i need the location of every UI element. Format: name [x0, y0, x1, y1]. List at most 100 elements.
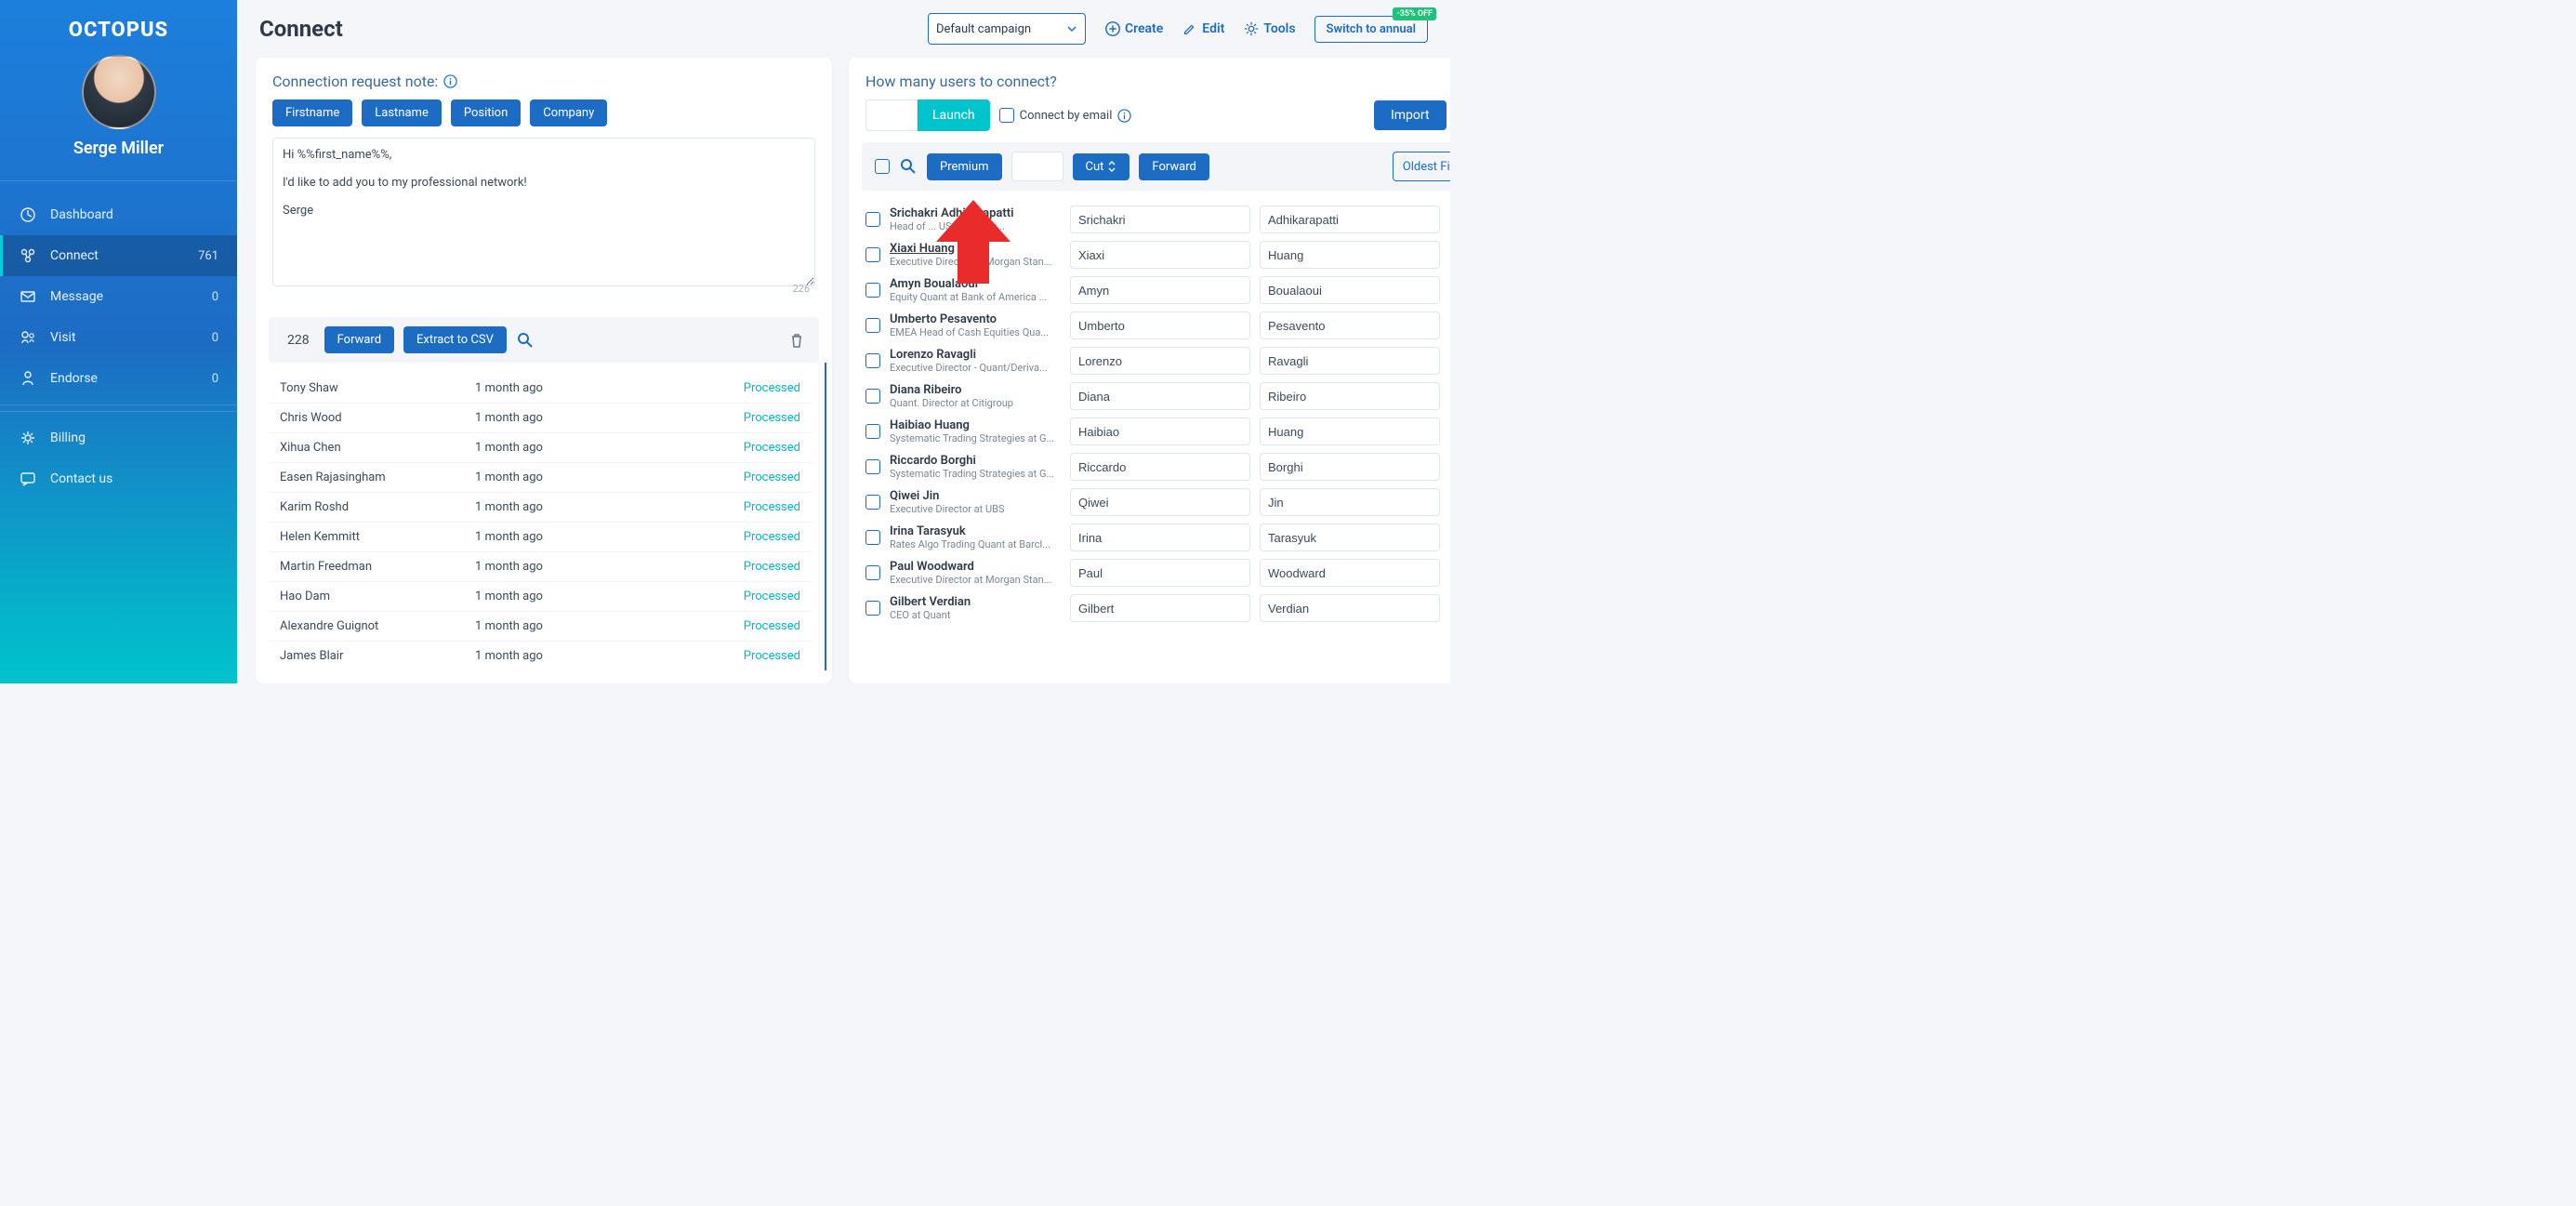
- contact-checkbox[interactable]: [865, 495, 880, 510]
- tag-company[interactable]: Company: [530, 99, 607, 126]
- processed-row[interactable]: Chris Wood1 month agoProcessed: [269, 404, 812, 433]
- cut-button[interactable]: Cut: [1073, 153, 1130, 180]
- extract-csv-button[interactable]: Extract to CSV: [403, 326, 507, 353]
- processed-row[interactable]: Karim Roshd1 month agoProcessed: [269, 493, 812, 523]
- contact-checkbox[interactable]: [865, 389, 880, 404]
- sidebar-item-contact-us[interactable]: Contact us: [0, 458, 237, 499]
- contact-meta: 1 month agoLead added: [1449, 562, 1450, 584]
- info-icon[interactable]: [443, 74, 457, 88]
- contact-info[interactable]: Gilbert VerdianCEO at Quant: [890, 595, 1061, 621]
- contact-lastname-input[interactable]: [1260, 559, 1440, 587]
- note-textarea[interactable]: [272, 138, 815, 286]
- contact-firstname-input[interactable]: [1070, 594, 1250, 622]
- contact-info[interactable]: Umberto PesaventoEMEA Head of Cash Equit…: [890, 312, 1061, 338]
- sidebar-item-message[interactable]: Message0: [0, 276, 237, 317]
- contact-firstname-input[interactable]: [1070, 276, 1250, 304]
- contact-info[interactable]: Irina TarasyukRates Algo Trading Quant a…: [890, 524, 1061, 550]
- launch-button[interactable]: Launch: [918, 99, 990, 131]
- sidebar-item-endorse[interactable]: Endorse0: [0, 358, 237, 399]
- page-title: Connect: [259, 16, 343, 42]
- contact-name: Paul Woodward: [890, 560, 1061, 574]
- contact-info[interactable]: Qiwei JinExecutive Director at UBS: [890, 489, 1061, 515]
- contact-checkbox[interactable]: [865, 565, 880, 580]
- sidebar-item-visit[interactable]: Visit0: [0, 317, 237, 358]
- tag-lastname[interactable]: Lastname: [362, 99, 442, 126]
- tag-firstname[interactable]: Firstname: [272, 99, 352, 126]
- processed-row[interactable]: Alexandre Guignot1 month agoProcessed: [269, 612, 812, 642]
- contact-list: Srichakri AdhikarapattiHead of ... US Ca…: [862, 202, 1450, 626]
- premium-button[interactable]: Premium: [927, 153, 1002, 180]
- forward-button[interactable]: Forward: [1139, 153, 1209, 180]
- processed-row[interactable]: Tony Shaw1 month agoProcessed: [269, 374, 812, 404]
- contact-lastname-input[interactable]: [1260, 417, 1440, 445]
- contact-lastname-input[interactable]: [1260, 241, 1440, 269]
- contact-checkbox[interactable]: [865, 530, 880, 545]
- contact-firstname-input[interactable]: [1070, 311, 1250, 339]
- switch-annual-button[interactable]: Switch to annual -35% OFF: [1314, 16, 1428, 43]
- contact-checkbox[interactable]: [865, 212, 880, 227]
- contact-firstname-input[interactable]: [1070, 347, 1250, 375]
- contact-checkbox[interactable]: [865, 247, 880, 262]
- processed-row[interactable]: Helen Kemmitt1 month agoProcessed: [269, 523, 812, 552]
- contact-info[interactable]: Riccardo BorghiSystematic Trading Strate…: [890, 454, 1061, 480]
- tools-button[interactable]: Tools: [1243, 20, 1295, 37]
- forward-button[interactable]: Forward: [324, 326, 394, 353]
- processed-row[interactable]: Hao Dam1 month agoProcessed: [269, 582, 812, 612]
- connect-count-input[interactable]: [865, 99, 918, 131]
- contact-info[interactable]: Haibiao HuangSystematic Trading Strategi…: [890, 418, 1061, 444]
- contact-firstname-input[interactable]: [1070, 417, 1250, 445]
- contact-checkbox[interactable]: [865, 283, 880, 298]
- contact-checkbox[interactable]: [865, 424, 880, 439]
- contact-lastname-input[interactable]: [1260, 311, 1440, 339]
- search-icon[interactable]: [899, 157, 918, 176]
- contact-info[interactable]: Paul WoodwardExecutive Director at Morga…: [890, 560, 1061, 586]
- contact-firstname-input[interactable]: [1070, 205, 1250, 233]
- contact-checkbox[interactable]: [865, 601, 880, 616]
- contact-lastname-input[interactable]: [1260, 205, 1440, 233]
- contact-firstname-input[interactable]: [1070, 523, 1250, 551]
- contact-checkbox[interactable]: [865, 459, 880, 474]
- search-icon[interactable]: [516, 331, 535, 350]
- edit-button[interactable]: Edit: [1182, 20, 1224, 37]
- info-icon[interactable]: [1117, 109, 1131, 123]
- sort-select[interactable]: Oldest First: [1393, 152, 1450, 181]
- contact-lastname-input[interactable]: [1260, 488, 1440, 516]
- contact-info[interactable]: Diana RibeiroQuant. Director at Citigrou…: [890, 383, 1061, 409]
- contact-checkbox[interactable]: [865, 353, 880, 368]
- tag-position[interactable]: Position: [451, 99, 521, 126]
- processed-row[interactable]: Easen Rajasingham1 month agoProcessed: [269, 463, 812, 493]
- create-button[interactable]: Create: [1104, 20, 1163, 37]
- avatar[interactable]: [82, 55, 156, 129]
- select-all-checkbox[interactable]: [875, 159, 890, 174]
- campaign-select[interactable]: Default campaign: [928, 13, 1086, 45]
- contact-firstname-input[interactable]: [1070, 453, 1250, 481]
- processed-row[interactable]: Martin Freedman1 month agoProcessed: [269, 552, 812, 582]
- contact-firstname-input[interactable]: [1070, 382, 1250, 410]
- import-button[interactable]: Import: [1374, 100, 1447, 130]
- contact-info[interactable]: Srichakri AdhikarapattiHead of ... US Ca…: [890, 206, 1061, 232]
- trash-icon[interactable]: [787, 331, 806, 350]
- contact-lastname-input[interactable]: [1260, 523, 1440, 551]
- contact-firstname-input[interactable]: [1070, 241, 1250, 269]
- contact-lastname-input[interactable]: [1260, 382, 1440, 410]
- processed-row[interactable]: Xihua Chen1 month agoProcessed: [269, 433, 812, 463]
- contact-title: CEO at Quant: [890, 609, 1061, 621]
- contact-info[interactable]: Lorenzo RavagliExecutive Director - Quan…: [890, 348, 1061, 374]
- contact-info[interactable]: Amyn BoualaouiEquity Quant at Bank of Am…: [890, 277, 1061, 303]
- processed-row[interactable]: James Blair1 month agoProcessed: [269, 642, 812, 670]
- connect-email-checkbox[interactable]: [999, 108, 1014, 123]
- contact-lastname-input[interactable]: [1260, 594, 1440, 622]
- contact-firstname-input[interactable]: [1070, 488, 1250, 516]
- contact-checkbox[interactable]: [865, 318, 880, 333]
- contact-lastname-input[interactable]: [1260, 347, 1440, 375]
- sidebar-item-billing[interactable]: Billing: [0, 417, 237, 458]
- contact-firstname-input[interactable]: [1070, 559, 1250, 587]
- cut-input[interactable]: [1011, 152, 1063, 181]
- contact-lastname-input[interactable]: [1260, 276, 1440, 304]
- sidebar-item-dashboard[interactable]: Dashboard: [0, 194, 237, 235]
- processed-time: 1 month ago: [475, 500, 744, 514]
- dashboard-icon: [19, 205, 37, 224]
- sidebar-item-connect[interactable]: Connect761: [0, 235, 237, 276]
- contact-info[interactable]: Xiaxi HuangExecutive Director at Morgan …: [890, 242, 1061, 268]
- contact-lastname-input[interactable]: [1260, 453, 1440, 481]
